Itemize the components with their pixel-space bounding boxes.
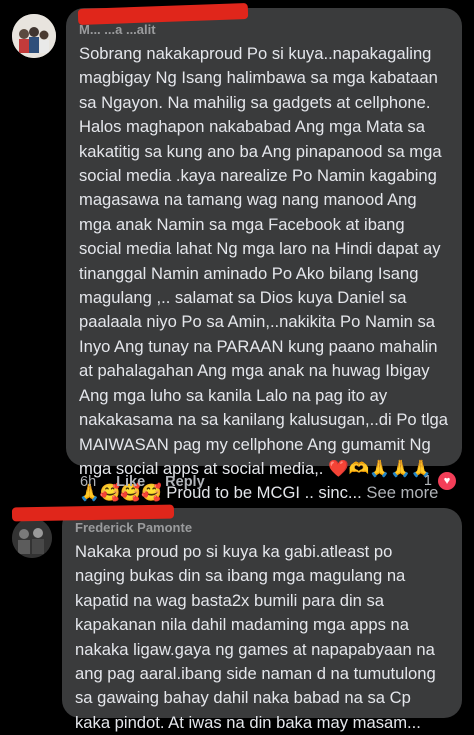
comment-author[interactable]: M... ...a ...alit [79,22,448,37]
reply-button[interactable]: Reply [165,474,205,490]
reaction-summary[interactable]: 1 ♥ [424,472,456,490]
comment-bubble: M... ...a ...alit Sobrang nakakaproud Po… [66,8,462,502]
family-photo-icon [12,14,56,58]
commenter-avatar[interactable] [12,14,56,58]
redaction-mark-2 [11,504,175,522]
comment-text: Sobrang nakakaproud Po si kuya..napakaga… [79,44,448,478]
comment-text-2: Nakaka proud po si kuya ka gabi.atleast … [75,542,436,732]
like-button[interactable]: Like [116,474,145,490]
group-photo-icon [12,518,52,558]
comment-timestamp[interactable]: 6h [80,474,96,490]
commenter-avatar-2[interactable] [12,518,52,558]
reaction-count: 1 [423,473,432,489]
comment-author-2[interactable]: Frederick Pamonte [75,520,448,535]
heart-reaction-icon: ♥ [438,472,456,490]
comment-bubble-2: Frederick Pamonte Nakaka proud po si kuy… [62,508,462,732]
comment-actions: 6h Like Reply [80,474,205,490]
